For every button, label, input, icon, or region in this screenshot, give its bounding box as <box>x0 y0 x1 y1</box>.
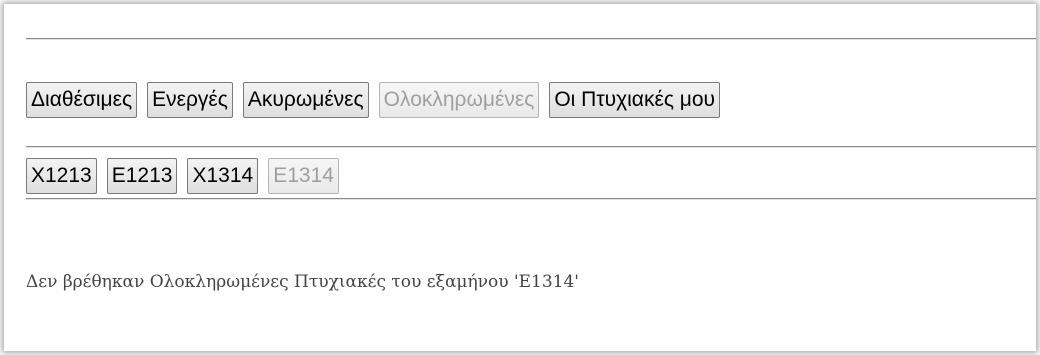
top-divider <box>26 38 1036 40</box>
semester-button-x1213[interactable]: X1213 <box>26 158 97 194</box>
tab-cancelled[interactable]: Ακυρωμένες <box>242 82 369 118</box>
semester-button-e1314[interactable]: E1314 <box>268 158 339 194</box>
status-tab-bar: Διαθέσιμες Ενεργές Ακυρωμένες Ολοκληρωμέ… <box>26 82 721 118</box>
semester-button-e1213[interactable]: E1213 <box>106 158 178 194</box>
tab-active[interactable]: Ενεργές <box>147 82 233 118</box>
tab-available[interactable]: Διαθέσιμες <box>26 82 138 118</box>
semester-button-bar: X1213 E1213 X1314 E1314 <box>26 158 339 194</box>
tabs-divider <box>26 146 1036 148</box>
tab-completed[interactable]: Ολοκληρωμένες <box>378 82 540 118</box>
tab-my-theses[interactable]: Οι Πτυχιακές μου <box>549 82 721 118</box>
semesters-divider <box>26 198 1036 200</box>
empty-results-message: Δεν βρέθηκαν Ολοκληρωμένες Πτυχιακές του… <box>26 272 579 292</box>
page-frame: Διαθέσιμες Ενεργές Ακυρωμένες Ολοκληρωμέ… <box>4 4 1036 351</box>
semester-button-x1314[interactable]: X1314 <box>187 158 259 194</box>
